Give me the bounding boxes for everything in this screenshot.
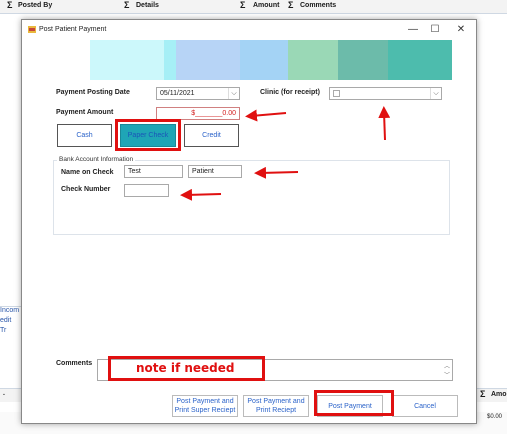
arrow-amount — [245, 109, 287, 122]
annotation-arrows — [180, 106, 391, 201]
arrow-clinic — [378, 106, 391, 141]
arrow-check-number — [180, 188, 222, 201]
arrow-name — [254, 166, 299, 179]
